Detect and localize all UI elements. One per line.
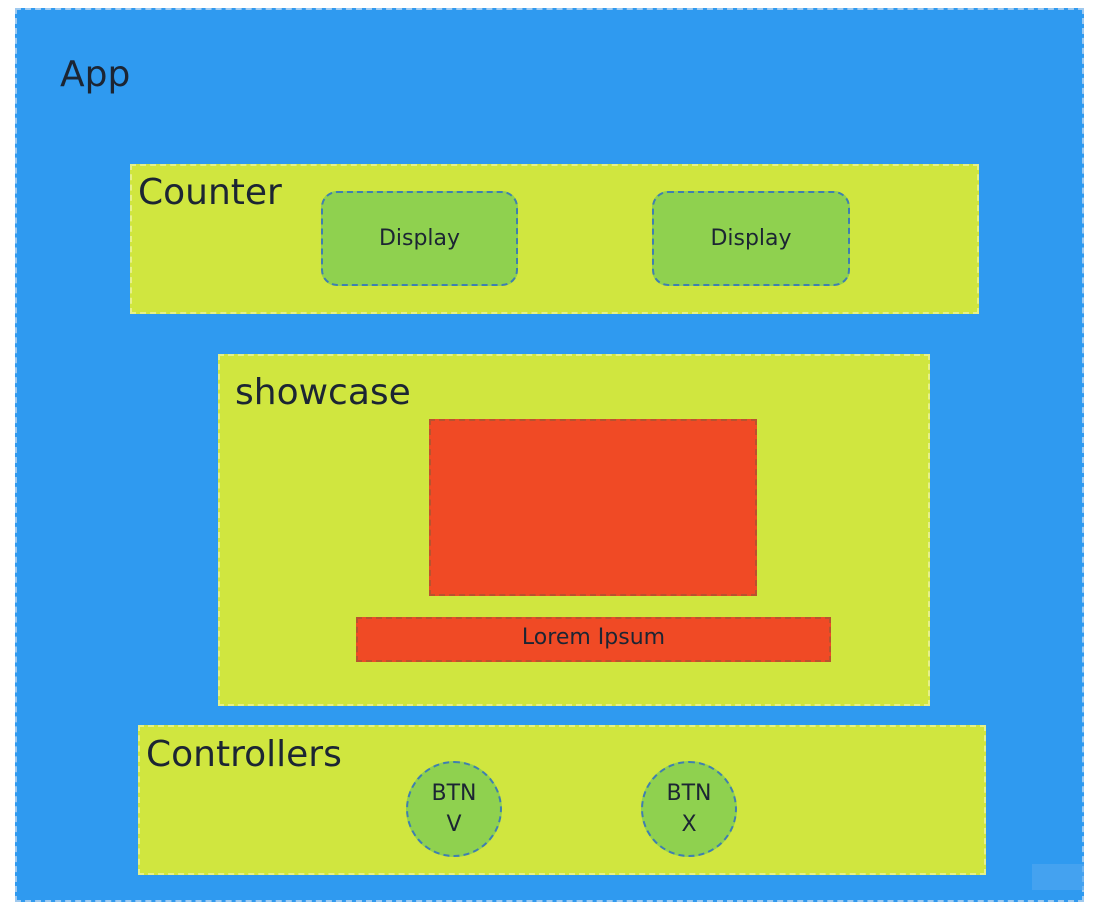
btn-x-line1: BTN	[666, 781, 712, 806]
counter-display-1: Display	[321, 191, 518, 286]
counter-display-2: Display	[652, 191, 850, 286]
counter-label: Counter	[138, 172, 282, 213]
showcase-label: showcase	[235, 372, 411, 413]
btn-v-button[interactable]: BTN V	[406, 761, 502, 857]
btn-v-line2: V	[446, 812, 462, 837]
btn-v-line1: BTN	[431, 781, 477, 806]
controllers-label: Controllers	[146, 734, 342, 775]
app-label: App	[60, 54, 131, 95]
showcase-media-placeholder	[429, 419, 757, 596]
showcase-caption: Lorem Ipsum	[356, 617, 831, 662]
btn-x-line2: X	[681, 812, 697, 837]
btn-x-button[interactable]: BTN X	[641, 761, 737, 857]
watermark-badge	[1032, 864, 1084, 890]
